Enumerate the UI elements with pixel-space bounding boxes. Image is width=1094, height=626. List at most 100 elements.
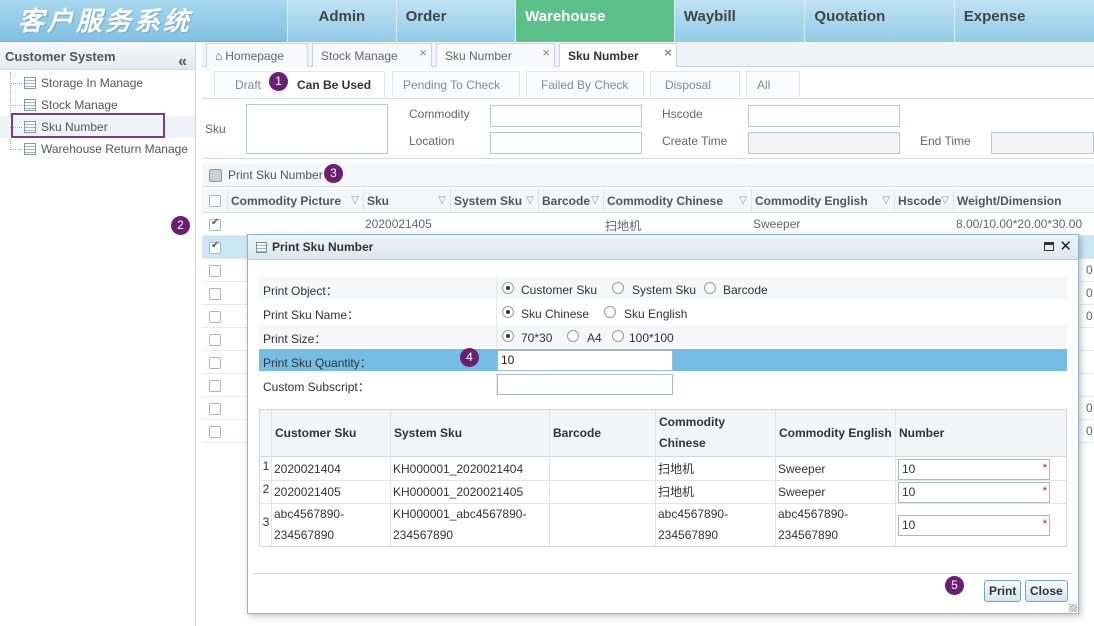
tab-label: Homepage xyxy=(225,49,284,63)
radio-size-100x100[interactable] xyxy=(612,330,624,342)
row-checkbox[interactable] xyxy=(209,403,221,415)
col-commodity-english[interactable]: Commodity English ▽ xyxy=(751,189,894,213)
sidebar-item-label: Storage In Manage xyxy=(41,76,144,90)
nav-expense-manage[interactable]: Expense Manage xyxy=(953,0,1094,59)
row-checkbox[interactable] xyxy=(209,240,221,254)
row-checkbox[interactable] xyxy=(209,426,221,438)
col-hscode[interactable]: Hscode ▽ xyxy=(894,189,953,213)
number-input[interactable]: 10 * xyxy=(898,482,1050,503)
highlight-box xyxy=(11,113,165,138)
sort-icon[interactable]: ▽ xyxy=(591,189,599,213)
sort-icon[interactable]: ▽ xyxy=(438,189,446,213)
nav-warehouse-manage[interactable]: Warehouse Manage xyxy=(515,0,674,59)
th-commodity-english: Commodity English xyxy=(775,410,895,457)
subtab-draft[interactable]: Draft xyxy=(214,71,276,97)
cell-customer-sku: abc4567890- xyxy=(274,507,345,521)
create-time-input[interactable] xyxy=(748,132,900,154)
sort-icon[interactable]: ▽ xyxy=(739,189,747,213)
double-chevron-left-icon[interactable]: « xyxy=(178,48,187,75)
quantity-input[interactable]: 10 xyxy=(497,350,673,371)
close-icon[interactable]: ✕ xyxy=(1059,237,1072,255)
subtab-can-be-used[interactable]: Can Be Used xyxy=(282,71,385,97)
col-weight-dimension[interactable]: Weight/Dimension xyxy=(953,189,1094,213)
close-icon[interactable]: × xyxy=(419,40,427,65)
col-label: Weight/Dimension xyxy=(957,194,1062,208)
print-button[interactable]: Print xyxy=(984,580,1022,602)
row-checkbox[interactable] xyxy=(209,334,221,346)
tab-sku-number[interactable]: Sku Number × xyxy=(436,43,555,67)
cell-weight-dimension: 8.00/10.00*20.00*30.00 xyxy=(956,217,1083,231)
row-checkbox[interactable] xyxy=(209,311,221,323)
resize-handle[interactable] xyxy=(1069,604,1077,612)
hscode-input[interactable] xyxy=(748,105,900,127)
nav-admin[interactable]: Admin xyxy=(287,0,396,42)
nav-waybill-manage[interactable]: Waybill Manage xyxy=(673,0,805,59)
end-time-input[interactable] xyxy=(991,132,1094,154)
number-input[interactable]: 10 * xyxy=(898,515,1050,536)
th-label: Number xyxy=(899,426,945,440)
radio-size-a4[interactable] xyxy=(567,330,579,342)
th-label: Commodity xyxy=(659,415,725,429)
nav-order-manage[interactable]: Order Manage xyxy=(395,0,516,59)
close-icon[interactable]: × xyxy=(664,40,672,65)
number-input[interactable]: 10 * xyxy=(898,459,1050,480)
tab-sku-number-active[interactable]: Sku Number × xyxy=(559,43,677,67)
sidebar-item-label: Stock Manage xyxy=(41,98,118,112)
col-label: Commodity Chinese xyxy=(607,194,724,208)
radio-sku-english[interactable] xyxy=(604,306,616,318)
th-barcode: Barcode xyxy=(549,410,655,457)
sidebar-item-warehouse-return-manage[interactable]: Warehouse Return Manage xyxy=(0,138,195,160)
row-checkbox[interactable] xyxy=(209,288,221,300)
radio-label: System Sku xyxy=(632,283,697,297)
col-sku[interactable]: Sku ▽ xyxy=(363,189,450,213)
filter-panel: Sku Commodity Hscode Location Create Tim… xyxy=(202,99,1094,159)
radio-sku-chinese[interactable] xyxy=(502,306,514,318)
subtab-pending-to-check[interactable]: Pending To Check xyxy=(392,71,520,97)
sort-icon[interactable]: ▽ xyxy=(882,189,890,213)
col-label: Barcode xyxy=(542,194,591,208)
select-all-checkbox[interactable] xyxy=(209,195,221,207)
commodity-input[interactable] xyxy=(490,105,642,127)
commodity-label: Commodity xyxy=(409,107,470,121)
close-icon[interactable]: × xyxy=(542,40,550,65)
location-input[interactable] xyxy=(490,132,642,154)
radio-size-70x30[interactable] xyxy=(502,330,514,342)
sidebar-item-storage-in-manage[interactable]: Storage In Manage xyxy=(0,72,195,94)
subscript-input[interactable] xyxy=(497,374,673,395)
radio-barcode[interactable] xyxy=(704,282,716,294)
nav-quotation-manage[interactable]: Quotation Manage xyxy=(804,0,954,59)
subtab-all-sku[interactable]: All Sku xyxy=(746,71,800,118)
close-button[interactable]: Close xyxy=(1025,580,1068,602)
table-row[interactable]: 2020021405 扫地机 Sweeper 8.00/10.00*20.00*… xyxy=(202,213,1094,236)
tab-stock-manage[interactable]: Stock Manage × xyxy=(312,43,432,67)
col-system-sku[interactable]: System Sku ▽ xyxy=(450,189,538,213)
col-label: Commodity Picture xyxy=(231,194,342,208)
tab-homepage[interactable]: ⌂ Homepage xyxy=(206,43,308,67)
subtab-failed-by-check[interactable]: Failed By Check xyxy=(526,71,644,97)
col-commodity-picture[interactable]: Commodity Picture ▽ xyxy=(227,189,363,213)
sort-icon[interactable]: ▽ xyxy=(351,189,359,213)
sku-print-table: Customer Sku System Sku Barcode Commodit… xyxy=(259,409,1067,547)
radio-label: A4 xyxy=(587,331,602,345)
print-sku-number-button[interactable]: Print Sku Number xyxy=(228,168,323,182)
row-checkbox[interactable] xyxy=(209,380,221,392)
radio-customer-sku[interactable] xyxy=(502,282,514,294)
sort-icon[interactable]: ▽ xyxy=(526,189,534,213)
print-object-label: Print Object： xyxy=(263,284,338,298)
maximize-icon[interactable] xyxy=(1044,242,1054,251)
sku-textarea[interactable] xyxy=(246,104,388,154)
th-customer-sku: Customer Sku xyxy=(271,410,390,457)
subtab-disposal[interactable]: Disposal xyxy=(650,71,740,97)
cell-edge: 0 xyxy=(1086,309,1093,323)
sidebar-item-label: Warehouse Return Manage xyxy=(41,142,188,156)
sort-icon[interactable]: ▽ xyxy=(941,189,949,213)
col-commodity-chinese[interactable]: Commodity Chinese ▽ xyxy=(603,189,751,213)
row-checkbox[interactable] xyxy=(209,357,221,369)
hscode-label: Hscode xyxy=(662,107,703,121)
radio-system-sku[interactable] xyxy=(612,282,624,294)
row-checkbox[interactable] xyxy=(209,217,221,231)
subtab-label: Can Be Used xyxy=(297,78,372,92)
col-barcode[interactable]: Barcode ▽ xyxy=(538,189,603,213)
row-checkbox[interactable] xyxy=(209,265,221,277)
cell-commodity-chinese-line2: 234567890 xyxy=(658,528,719,542)
